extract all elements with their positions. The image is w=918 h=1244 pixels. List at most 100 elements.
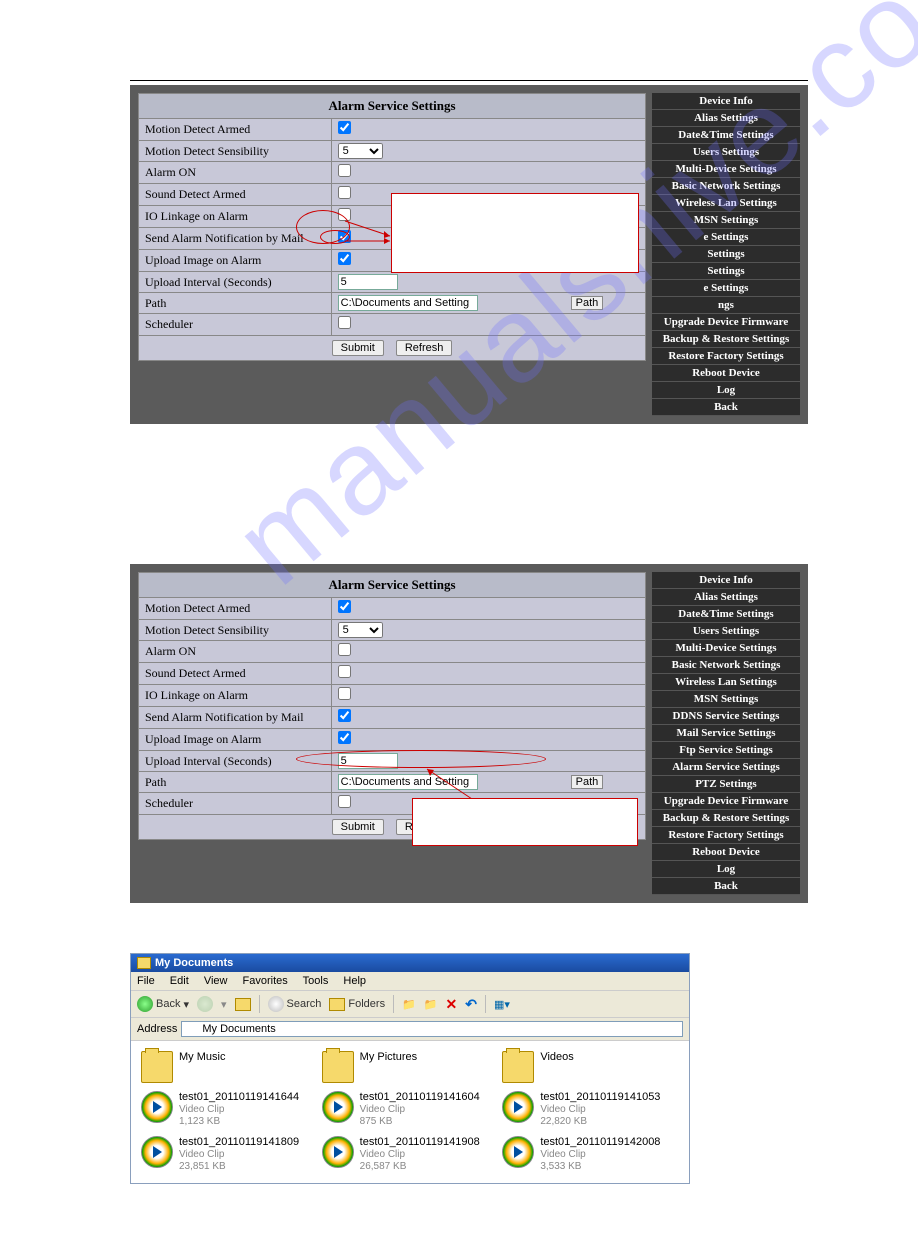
path-button[interactable]: Path [571, 775, 604, 789]
checkbox-io-linkage[interactable] [338, 687, 351, 700]
file-item[interactable]: test01_20110119141908Video Clip26,587 KB [322, 1136, 499, 1173]
file-item[interactable]: test01_20110119141053Video Clip22,820 KB [502, 1091, 679, 1128]
checkbox-alarm-on[interactable] [338, 164, 351, 177]
sidebar-item[interactable]: Back [652, 878, 800, 895]
sidebar-item[interactable]: PTZ Settings [652, 776, 800, 793]
file-item[interactable]: test01_20110119141644Video Clip1,123 KB [141, 1091, 318, 1128]
sidebar-item[interactable]: MSN Settings [652, 212, 800, 229]
file-item[interactable]: test01_20110119142008Video Clip3,533 KB [502, 1136, 679, 1173]
sidebar-item[interactable]: Users Settings [652, 144, 800, 161]
checkbox-motion-armed[interactable] [338, 600, 351, 613]
menu-help[interactable]: Help [343, 975, 366, 987]
checkbox-scheduler[interactable] [338, 316, 351, 329]
sidebar-item[interactable]: Ftp Service Settings [652, 742, 800, 759]
sidebar-item[interactable]: Basic Network Settings [652, 178, 800, 195]
sidebar-item[interactable]: e Settings [652, 280, 800, 297]
back-button[interactable]: Back ▾ [137, 996, 189, 1012]
toolbar: Back ▾ ▾ Search Folders 📁 📁 ✕ ↶ ▦▾ [131, 991, 689, 1018]
sidebar-item[interactable]: Backup & Restore Settings [652, 331, 800, 348]
video-icon [502, 1091, 534, 1123]
menu-view[interactable]: View [204, 975, 228, 987]
sidebar-item[interactable]: Wireless Lan Settings [652, 674, 800, 691]
checkbox-scheduler[interactable] [338, 795, 351, 808]
sidebar-item[interactable]: Reboot Device [652, 844, 800, 861]
sidebar-item[interactable]: Alias Settings [652, 110, 800, 127]
sidebar-item[interactable]: Settings [652, 263, 800, 280]
sidebar-item[interactable]: Date&Time Settings [652, 127, 800, 144]
label-path: Path [139, 293, 332, 314]
sidebar-item[interactable]: Wireless Lan Settings [652, 195, 800, 212]
sidebar-item[interactable]: ngs [652, 297, 800, 314]
submit-button[interactable]: Submit [332, 340, 384, 356]
move-icon[interactable]: 📁 [402, 998, 416, 1011]
sidebar-item[interactable]: Restore Factory Settings [652, 827, 800, 844]
sidebar-item[interactable]: Upgrade Device Firmware [652, 314, 800, 331]
views-icon[interactable]: ▦▾ [494, 998, 510, 1011]
file-item[interactable]: test01_20110119141604Video Clip875 KB [322, 1091, 499, 1128]
folder-icon [502, 1051, 534, 1083]
sidebar-item[interactable]: Device Info [652, 572, 800, 589]
sidebar-item[interactable]: Upgrade Device Firmware [652, 793, 800, 810]
file-item[interactable]: test01_20110119141809Video Clip23,851 KB [141, 1136, 318, 1173]
forward-icon[interactable] [197, 996, 213, 1012]
sidebar-item[interactable]: Multi-Device Settings [652, 640, 800, 657]
item-type: Video Clip [179, 1149, 299, 1161]
delete-icon[interactable]: ✕ [445, 996, 457, 1013]
search-icon [268, 996, 284, 1012]
checkbox-upload-image[interactable] [338, 252, 351, 265]
alarm-settings-panel-1: Alarm Service Settings Motion Detect Arm… [130, 85, 808, 424]
label-scheduler: Scheduler [139, 793, 332, 815]
checkbox-sound-detect[interactable] [338, 186, 351, 199]
sidebar-item[interactable]: Log [652, 382, 800, 399]
refresh-button[interactable]: Refresh [396, 340, 453, 356]
checkbox-motion-armed[interactable] [338, 121, 351, 134]
submit-button[interactable]: Submit [332, 819, 384, 835]
sidebar-item[interactable]: Alias Settings [652, 589, 800, 606]
sidebar-item[interactable]: Users Settings [652, 623, 800, 640]
folder-item[interactable]: My Music [141, 1051, 318, 1083]
menu-edit[interactable]: Edit [170, 975, 189, 987]
select-sensibility[interactable]: 5 [338, 622, 383, 638]
sidebar-item[interactable]: Reboot Device [652, 365, 800, 382]
sidebar-item[interactable]: Log [652, 861, 800, 878]
sidebar-item[interactable]: Mail Service Settings [652, 725, 800, 742]
sidebar-item[interactable]: Settings [652, 246, 800, 263]
item-type: Video Clip [360, 1149, 480, 1161]
checkbox-sound-detect[interactable] [338, 665, 351, 678]
sidebar-item[interactable]: Multi-Device Settings [652, 161, 800, 178]
sidebar-item[interactable]: e Settings [652, 229, 800, 246]
sidebar-item[interactable]: MSN Settings [652, 691, 800, 708]
select-sensibility[interactable]: 5 [338, 143, 383, 159]
menu-tools[interactable]: Tools [303, 975, 329, 987]
checkbox-send-mail[interactable] [338, 709, 351, 722]
sidebar-item[interactable]: Backup & Restore Settings [652, 810, 800, 827]
sidebar-item[interactable]: Alarm Service Settings [652, 759, 800, 776]
folder-item[interactable]: My Pictures [322, 1051, 499, 1083]
menu-favorites[interactable]: Favorites [243, 975, 288, 987]
checkbox-alarm-on[interactable] [338, 643, 351, 656]
file-pane: My MusicMy PicturesVideostest01_20110119… [131, 1041, 689, 1183]
sidebar-item[interactable]: Date&Time Settings [652, 606, 800, 623]
copy-icon[interactable]: 📁 [424, 998, 438, 1011]
folder-item[interactable]: Videos [502, 1051, 679, 1083]
menu-file[interactable]: File [137, 975, 155, 987]
folders-button[interactable]: Folders [329, 998, 385, 1011]
checkbox-upload-image[interactable] [338, 731, 351, 744]
address-box[interactable]: My Documents [181, 1021, 683, 1037]
annotation-ellipse [296, 750, 546, 768]
input-path[interactable] [338, 295, 478, 311]
input-interval[interactable] [338, 274, 398, 290]
sidebar-item[interactable]: Device Info [652, 93, 800, 110]
search-button[interactable]: Search [268, 996, 322, 1012]
label-upload-interval: Upload Interval (Seconds) [139, 272, 332, 293]
undo-icon[interactable]: ↶ [465, 996, 477, 1013]
path-button[interactable]: Path [571, 296, 604, 310]
sidebar-item[interactable]: DDNS Service Settings [652, 708, 800, 725]
input-path[interactable] [338, 774, 478, 790]
sidebar-item[interactable]: Restore Factory Settings [652, 348, 800, 365]
label-motion-armed: Motion Detect Armed [139, 119, 332, 141]
sidebar-item[interactable]: Basic Network Settings [652, 657, 800, 674]
sidebar-item[interactable]: Back [652, 399, 800, 416]
up-button[interactable] [235, 998, 251, 1011]
video-icon [141, 1091, 173, 1123]
